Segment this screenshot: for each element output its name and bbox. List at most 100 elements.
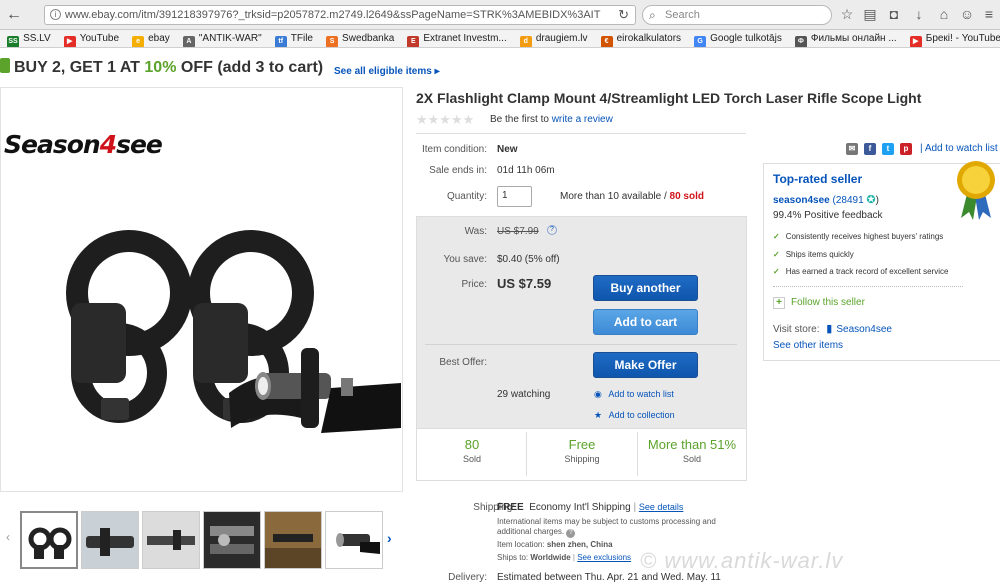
thumbnail-3[interactable] — [142, 511, 200, 569]
customs-note-1: International items may be subject to cu… — [497, 517, 716, 526]
store-link[interactable]: Season4see — [836, 324, 892, 335]
bookmark-item[interactable]: ▶ Брекі! - YouTube — [909, 30, 1000, 47]
torch-thumbnail-icon — [336, 533, 380, 554]
facebook-share-icon[interactable]: f — [864, 143, 876, 155]
main-product-image[interactable]: Season4see — [0, 87, 403, 492]
download-icon[interactable]: ↓ — [910, 6, 928, 22]
info-icon[interactable]: i — [50, 9, 61, 20]
bookmark-label: "ANTIK-WAR" — [198, 33, 262, 44]
watermark: © www.antik-war.lv — [640, 548, 844, 573]
search-placeholder: Search — [665, 9, 700, 21]
bookmark-item[interactable]: Ф Фильмы онлайн ... — [794, 30, 897, 47]
seller-name-link[interactable]: season4see — [773, 195, 830, 206]
bookmark-label: TFile — [290, 33, 313, 44]
bookmark-item[interactable]: A "ANTIK-WAR" — [182, 30, 262, 47]
ships-to: Ships to: Worldwide | See exclusions — [497, 553, 632, 562]
see-eligible-items-link[interactable]: See all eligible items ▸ — [334, 66, 440, 77]
see-details-link[interactable]: See details — [639, 502, 684, 512]
address-bar[interactable]: i www.ebay.com/itm/391218397976?_trksid=… — [44, 5, 636, 25]
watching-count: 29 watching — [497, 389, 551, 400]
twitter-share-icon[interactable]: t — [882, 143, 894, 155]
make-offer-button[interactable]: Make Offer — [593, 352, 698, 378]
stat-percent-sold: More than 51% Sold — [637, 437, 747, 464]
bookmark-item[interactable]: tf TFile — [274, 30, 313, 47]
was-price: US $7.99 — [497, 226, 539, 237]
current-price: US $7.59 — [497, 276, 552, 291]
thumbnail-6[interactable] — [325, 511, 383, 569]
see-other-items-link[interactable]: See other items — [773, 340, 843, 351]
quantity-label: Quantity: — [446, 191, 487, 202]
bookmark-label: eirokalkulators — [616, 33, 682, 44]
see-exclusions-link[interactable]: See exclusions — [577, 553, 631, 562]
thumbnail-1[interactable] — [20, 511, 78, 569]
seller-check-1: ✓ Consistently receives highest buyers' r… — [773, 232, 943, 241]
watch-link-text: Add to watch list — [608, 389, 674, 399]
feedback-score[interactable]: (28491 — [833, 195, 864, 206]
add-to-cart-button[interactable]: Add to cart — [593, 309, 698, 335]
ships-to-label: Ships to: — [497, 553, 529, 562]
seller-divider — [773, 286, 963, 287]
add-to-watch-list-panel-link[interactable]: ◉ Add to watch list — [594, 389, 674, 400]
condition-value: New — [497, 144, 518, 155]
pocket-icon[interactable]: ◘ — [885, 6, 903, 22]
email-share-icon[interactable]: ✉ — [846, 143, 858, 155]
menu-icon[interactable]: ≡ — [980, 6, 998, 22]
bookmark-star-icon[interactable]: ☆ — [838, 6, 856, 23]
thumbnail-4[interactable] — [203, 511, 261, 569]
pinterest-share-icon[interactable]: p — [900, 143, 912, 155]
condition-label: Item condition: — [421, 144, 487, 155]
search-input[interactable]: ⌕ Search — [642, 5, 832, 25]
feedback-score-end: ) — [875, 195, 879, 206]
bookmark-item[interactable]: € eirokalkulators — [600, 30, 682, 47]
feedback-star-icon: ✪ — [866, 194, 876, 206]
divider — [416, 133, 746, 134]
shipping-line: FREE Economy Int'l Shipping | See detail… — [497, 502, 683, 513]
thumb-next-arrow-icon[interactable]: › — [387, 530, 392, 546]
seller-check-2: ✓ Ships items quickly — [773, 250, 854, 259]
checkmark-icon: ✓ — [773, 232, 780, 241]
chat-icon[interactable]: ☺ — [958, 6, 976, 22]
price-tag-icon — [0, 58, 10, 73]
bookmark-item[interactable]: d draugiem.lv — [519, 30, 588, 47]
help-icon[interactable]: ? — [547, 225, 557, 235]
thumbnail-5[interactable] — [264, 511, 322, 569]
clamp-mounts-illustration — [66, 230, 401, 433]
customs-note-2-text: additional charges. — [497, 527, 565, 536]
ebay-favicon-icon: e — [132, 36, 145, 47]
ships-to-value: Worldwide — [530, 553, 571, 562]
bookmark-item[interactable]: E Extranet Investm... — [407, 30, 507, 47]
google-translate-favicon-icon: G — [694, 36, 707, 47]
visit-store: Visit store: ▮ Season4see — [773, 322, 892, 335]
bookmark-item[interactable]: G Google tulkotājs — [694, 30, 782, 47]
follow-seller-link[interactable]: + Follow this seller — [773, 297, 865, 309]
write-review-link[interactable]: write a review — [552, 114, 613, 125]
bookmark-label: SS.LV — [23, 33, 51, 44]
bookmark-item[interactable]: SS SS.LV — [7, 30, 51, 47]
quantity-input[interactable]: 1 — [497, 186, 532, 207]
top-rated-rosette-icon — [957, 161, 995, 220]
add-to-watch-list-link[interactable]: | Add to watch list — [920, 143, 998, 154]
eirokalkulators-favicon-icon: € — [600, 36, 613, 47]
stat-label: Shipping — [564, 454, 600, 464]
back-arrow-icon[interactable]: ← — [4, 5, 24, 25]
promo-link-label: See all eligible items — [334, 66, 432, 77]
thumb-prev-arrow-icon[interactable]: ‹ — [6, 530, 10, 544]
seller-check-3: ✓ Has earned a track record of excellent … — [773, 267, 948, 276]
bookmark-item[interactable]: S Swedbanka — [326, 30, 394, 47]
bookmark-item[interactable]: e ebay — [132, 30, 170, 47]
bookmark-item[interactable]: ▶ YouTube — [63, 30, 119, 47]
location-label: Item location: — [497, 540, 545, 549]
bookmark-label: draugiem.lv — [535, 33, 588, 44]
add-to-collection-link[interactable]: ★ Add to collection — [594, 410, 675, 421]
buy-another-button[interactable]: Buy another — [593, 275, 698, 301]
reading-list-icon[interactable]: ▤ — [861, 6, 879, 23]
stat-sold: 80 Sold — [417, 437, 527, 464]
thumbnail-2[interactable] — [81, 511, 139, 569]
reload-icon[interactable]: ↻ — [618, 7, 629, 23]
bookmark-label: Google tulkotājs — [710, 33, 782, 44]
bookmarks-bar: SS SS.LV ▶ YouTube e ebay A "ANTIK-WAR" tf TF… — [0, 30, 1000, 48]
home-icon[interactable]: ⌂ — [935, 6, 953, 22]
you-save-value: $0.40 (5% off) — [497, 254, 560, 265]
help-icon[interactable]: ? — [566, 529, 576, 538]
location-value: shen zhen, China — [546, 540, 613, 549]
